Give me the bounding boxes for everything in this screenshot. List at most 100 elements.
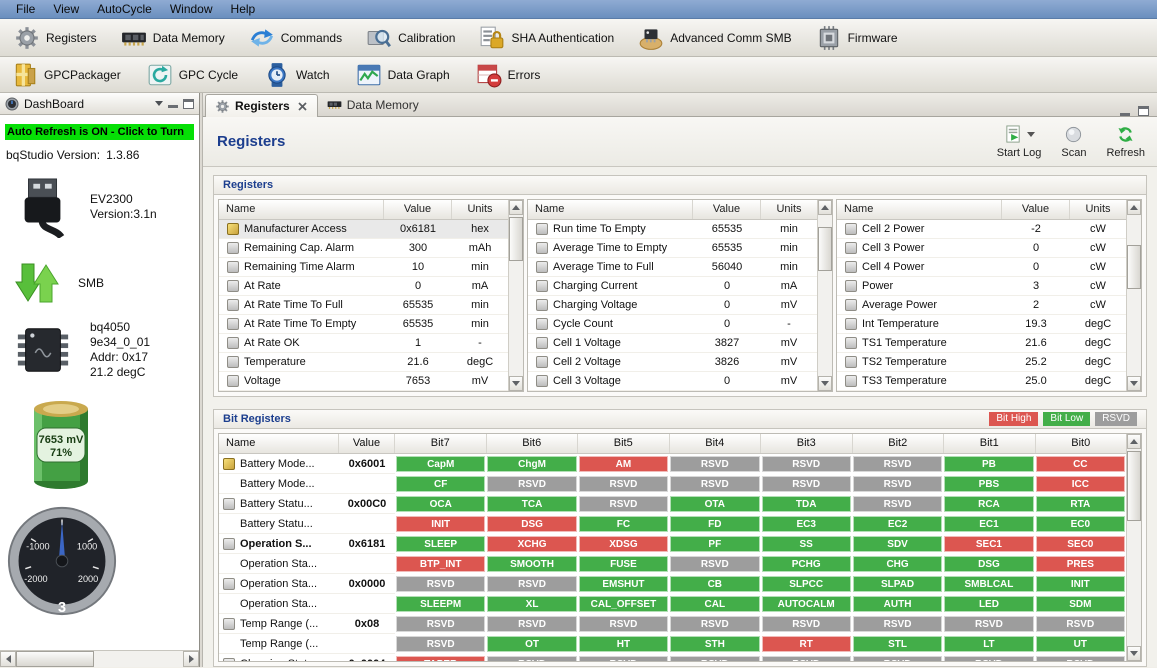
bit-cell[interactable]: STH	[669, 634, 761, 654]
bit-cell[interactable]: RSVD	[395, 614, 487, 634]
register-row[interactable]: TS1 Temperature 21.6 degC	[837, 334, 1126, 353]
bit-register-row[interactable]: Operation Sta... BTP_INT SMOOTH FUSE RSVD PCH…	[219, 554, 1126, 574]
scroll-down-arrow-icon[interactable]	[1127, 376, 1141, 391]
scroll-up-arrow-icon[interactable]	[818, 200, 832, 215]
toolbar-sha-authentication-button[interactable]: SHA Authentication	[471, 22, 622, 54]
bit-register-row[interactable]: Operation Sta... 0x0000 RSVD RSVD EMSHUT CB SL…	[219, 574, 1126, 594]
bit-cell[interactable]: ChgM	[486, 454, 578, 474]
bit-cell[interactable]: TDA	[760, 494, 852, 514]
register-row[interactable]: Average Time to Full 56040 min	[528, 258, 817, 277]
bit-cell[interactable]: XCHG	[486, 534, 578, 554]
bit-cell[interactable]: INIT	[1034, 574, 1126, 594]
bit-cell[interactable]: RSVD	[577, 654, 670, 661]
bit-register-row[interactable]: Battery Statu... INIT DSG FC FD EC3 EC2 EC1 EC0	[219, 514, 1126, 534]
toolbar-gpc-cycle-button[interactable]: GPC Cycle	[139, 59, 246, 91]
minimize-icon[interactable]	[1120, 107, 1130, 116]
register-row[interactable]: TS2 Temperature 25.2 degC	[837, 353, 1126, 372]
bit-cell[interactable]: DSG	[943, 554, 1035, 574]
bit-cell[interactable]: PCHG	[760, 554, 852, 574]
bit-cell[interactable]: SEC1	[943, 534, 1035, 554]
bit-cell[interactable]: RSVD	[851, 614, 944, 634]
register-row[interactable]: Average Time to Empty 65535 min	[528, 239, 817, 258]
bit-cell[interactable]: AUTOCALM	[760, 594, 852, 614]
bit-cell[interactable]: CAL_OFFSET	[577, 594, 670, 614]
bit-cell[interactable]: RSVD	[395, 634, 487, 654]
bit-cell[interactable]: RSVD	[577, 474, 670, 494]
chevron-down-icon[interactable]	[155, 101, 163, 106]
register-row[interactable]: Cell 3 Power 0 cW	[837, 239, 1126, 258]
bit-cell[interactable]: OCA	[395, 494, 487, 514]
bit-register-row[interactable]: Battery Statu... 0x00C0 OCA TCA RSVD OTA TDA RS…	[219, 494, 1126, 514]
scroll-down-arrow-icon[interactable]	[818, 376, 832, 391]
bit-cell[interactable]: CHG	[851, 554, 944, 574]
menu-file[interactable]: File	[8, 1, 43, 17]
register-row[interactable]: Run time To Empty 65535 min	[528, 220, 817, 239]
bit-cell[interactable]: LED	[943, 594, 1035, 614]
register-row[interactable]: Cycle Count 0 -	[528, 315, 817, 334]
register-row[interactable]: Cell 2 Voltage 3826 mV	[528, 353, 817, 372]
bit-cell[interactable]: FUSE	[577, 554, 670, 574]
scroll-up-arrow-icon[interactable]	[1127, 434, 1141, 449]
toolbar-data-memory-button[interactable]: Data Memory	[113, 22, 233, 54]
start-log-button[interactable]: Start Log	[997, 124, 1041, 159]
register-row[interactable]: Manufacturer Access 0x6181 hex	[219, 220, 508, 239]
toolbar-advanced-comm-smb-button[interactable]: Advanced Comm SMB	[630, 22, 799, 54]
register-row[interactable]: Cell 1 Voltage 3827 mV	[528, 334, 817, 353]
bit-cell[interactable]: CF	[395, 474, 487, 494]
bit-cell[interactable]: RSVD	[669, 474, 761, 494]
bit-cell[interactable]: TAPER	[395, 654, 487, 661]
bit-cell[interactable]: OTA	[669, 494, 761, 514]
register-row[interactable]: At Rate Time To Full 65535 min	[219, 296, 508, 315]
register-row[interactable]: Average Power 2 cW	[837, 296, 1126, 315]
bit-cell[interactable]: TCA	[486, 494, 578, 514]
toolbar-errors-button[interactable]: Errors	[468, 59, 549, 91]
bit-cell[interactable]: SLPAD	[851, 574, 944, 594]
register-row[interactable]: Remaining Cap. Alarm 300 mAh	[219, 239, 508, 258]
vertical-scrollbar[interactable]	[1126, 200, 1141, 391]
scroll-down-arrow-icon[interactable]	[1127, 646, 1141, 661]
bit-register-row[interactable]: Temp Range (... 0x08 RSVD RSVD RSVD RSVD RSVD R…	[219, 614, 1126, 634]
vertical-scrollbar[interactable]	[817, 200, 832, 391]
bit-cell[interactable]: SDV	[851, 534, 944, 554]
bit-cell[interactable]: RSVD	[486, 654, 578, 661]
bit-cell[interactable]: SEC0	[1034, 534, 1126, 554]
scroll-down-arrow-icon[interactable]	[509, 376, 523, 391]
bit-cell[interactable]: SS	[760, 534, 852, 554]
bit-cell[interactable]: BTP_INT	[395, 554, 487, 574]
bit-cell[interactable]: RSVD	[486, 574, 578, 594]
bit-register-row[interactable]: Temp Range (... RSVD OT HT STH RT STL LT UT	[219, 634, 1126, 654]
bit-cell[interactable]: RSVD	[669, 614, 761, 634]
tab-data-memory[interactable]: Data Memory	[318, 93, 428, 116]
bit-cell[interactable]: RSVD	[577, 614, 670, 634]
bit-cell[interactable]: AUTH	[851, 594, 944, 614]
bit-cell[interactable]: CAL	[669, 594, 761, 614]
register-row[interactable]: At Rate Time To Empty 65535 min	[219, 315, 508, 334]
register-row[interactable]: Cell 4 Power 0 cW	[837, 258, 1126, 277]
bit-cell[interactable]: RSVD	[577, 494, 670, 514]
register-row[interactable]: Power 3 cW	[837, 277, 1126, 296]
refresh-button[interactable]: Refresh	[1106, 125, 1145, 159]
bit-cell[interactable]: RSVD	[669, 654, 761, 661]
tab-registers[interactable]: Registers	[205, 94, 318, 117]
bit-cell[interactable]: STL	[851, 634, 944, 654]
bit-cell[interactable]: SDM	[1034, 594, 1126, 614]
bit-register-row[interactable]: Battery Mode... CF RSVD RSVD RSVD RSVD RSVD PBS…	[219, 474, 1126, 494]
bit-cell[interactable]: RT	[760, 634, 852, 654]
register-row[interactable]: Temperature 21.6 degC	[219, 353, 508, 372]
bit-cell[interactable]: RSVD	[669, 554, 761, 574]
close-icon[interactable]	[297, 101, 308, 112]
toolbar-gpcpackager-button[interactable]: GPCPackager	[4, 59, 129, 91]
scrollbar-thumb[interactable]	[818, 227, 832, 271]
bit-cell[interactable]: SLPCC	[760, 574, 852, 594]
bit-register-row[interactable]: Charging Stat...0x0004TAPERRSVDRSVDRSVDR…	[219, 654, 1126, 661]
bit-cell[interactable]: OT	[486, 634, 578, 654]
bit-cell[interactable]: FD	[669, 514, 761, 534]
maximize-icon[interactable]	[1138, 106, 1149, 116]
bit-cell[interactable]: FC	[577, 514, 670, 534]
bit-cell[interactable]: PF	[669, 534, 761, 554]
bit-cell[interactable]: RCA	[943, 494, 1035, 514]
bit-cell[interactable]: AM	[577, 454, 670, 474]
toolbar-commands-button[interactable]: Commands	[241, 22, 350, 54]
bit-cell[interactable]: INIT	[395, 514, 487, 534]
vertical-scrollbar[interactable]	[508, 200, 523, 391]
